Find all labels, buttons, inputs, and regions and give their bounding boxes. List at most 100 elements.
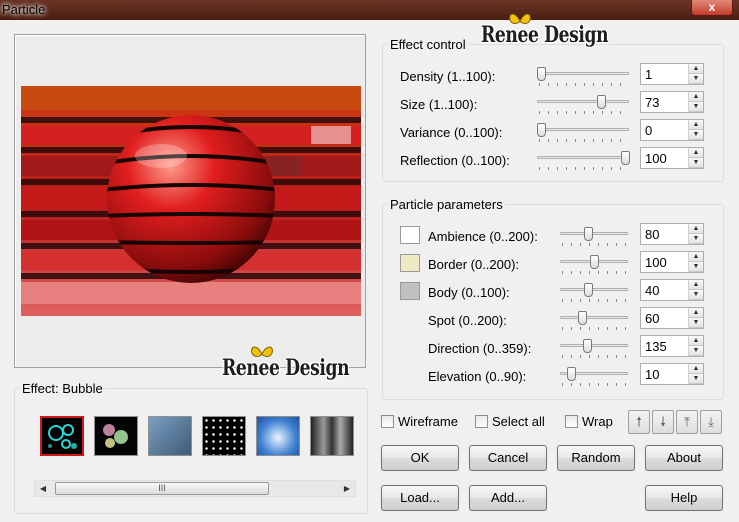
effect-thumb-glow[interactable] — [94, 416, 138, 456]
ok-button[interactable]: OK — [381, 445, 459, 471]
wireframe-checkbox[interactable] — [381, 415, 394, 428]
spin-down-icon[interactable]: ▼ — [689, 290, 703, 300]
preview-frame — [14, 34, 366, 368]
dialog-client: Effect control Density (1..100): 1 ▲ ▼ Siz… — [0, 20, 739, 522]
density-slider[interactable] — [537, 67, 629, 88]
effect-control-title: Effect control — [388, 37, 468, 52]
spin-down-icon[interactable]: ▼ — [689, 102, 703, 112]
random-button[interactable]: Random — [557, 445, 635, 471]
elevation-label: Elevation (0..90): — [428, 369, 527, 384]
move-bottom-icon[interactable]: ⤓ — [700, 410, 722, 434]
spin-up-icon[interactable]: ▲ — [689, 92, 703, 102]
spin-up-icon[interactable]: ▲ — [689, 336, 703, 346]
border-slider[interactable] — [560, 255, 628, 276]
size-spinner[interactable]: 73 ▲ ▼ — [640, 91, 704, 113]
select-all-checkbox[interactable] — [475, 415, 488, 428]
spot-value: 60 — [645, 311, 660, 326]
spin-up-icon[interactable]: ▲ — [689, 364, 703, 374]
effect-thumb-sky[interactable] — [256, 416, 300, 456]
wrap-checkbox[interactable] — [565, 415, 578, 428]
spin-down-icon[interactable]: ▼ — [689, 374, 703, 384]
ambience-spinner[interactable]: 80 ▲ ▼ — [640, 223, 704, 245]
effect-thumb-rain[interactable] — [148, 416, 192, 456]
spin-up-icon[interactable]: ▲ — [689, 280, 703, 290]
effect-group-title: Effect: Bubble — [20, 381, 105, 396]
spin-up-icon[interactable]: ▲ — [689, 308, 703, 318]
scroll-left-icon[interactable]: ◀ — [35, 481, 51, 496]
watermark-text: Renee Design — [481, 22, 609, 48]
spot-slider[interactable] — [560, 311, 628, 332]
spin-up-icon[interactable]: ▲ — [689, 64, 703, 74]
ambience-slider[interactable] — [560, 227, 628, 248]
spin-down-icon[interactable]: ▼ — [689, 262, 703, 272]
particle-parameters-title: Particle parameters — [388, 197, 505, 212]
spin-up-icon[interactable]: ▲ — [689, 252, 703, 262]
cancel-button[interactable]: Cancel — [469, 445, 547, 471]
wrap-label: Wrap — [582, 414, 613, 429]
spin-down-icon[interactable]: ▼ — [689, 158, 703, 168]
reflection-value: 100 — [645, 151, 667, 166]
window-title: Particle — [2, 2, 46, 17]
scroll-thumb[interactable]: III — [55, 482, 269, 495]
size-label: Size (1..100): — [400, 97, 478, 112]
elevation-value: 10 — [645, 367, 660, 382]
body-value: 40 — [645, 283, 660, 298]
border-spinner[interactable]: 100 ▲ ▼ — [640, 251, 704, 273]
select-all-label: Select all — [492, 414, 545, 429]
variance-label: Variance (0..100): — [400, 125, 503, 140]
help-button[interactable]: Help — [645, 485, 723, 511]
size-value: 73 — [645, 95, 660, 110]
reflection-spinner[interactable]: 100 ▲ ▼ — [640, 147, 704, 169]
spin-down-icon[interactable]: ▼ — [689, 346, 703, 356]
effect-scrollbar[interactable]: ◀ III ▶ — [34, 480, 356, 497]
border-color-swatch[interactable] — [400, 254, 420, 272]
border-value: 100 — [645, 255, 667, 270]
watermark-text: Renee Design — [222, 355, 350, 381]
border-label: Border (0..200): — [428, 257, 520, 272]
ambience-value: 80 — [645, 227, 660, 242]
spin-down-icon[interactable]: ▼ — [689, 318, 703, 328]
about-button[interactable]: About — [645, 445, 723, 471]
scroll-right-icon[interactable]: ▶ — [339, 481, 355, 496]
preview-image — [21, 86, 361, 316]
elevation-spinner[interactable]: 10 ▲ ▼ — [640, 363, 704, 385]
effect-thumb-bubble[interactable] — [40, 416, 84, 456]
direction-label: Direction (0..359): — [428, 341, 532, 356]
variance-spinner[interactable]: 0 ▲ ▼ — [640, 119, 704, 141]
direction-spinner[interactable]: 135 ▲ ▼ — [640, 335, 704, 357]
effect-thumb-stars[interactable] — [202, 416, 246, 456]
ambience-color-swatch[interactable] — [400, 226, 420, 244]
move-down-icon[interactable]: 🠗 — [652, 410, 674, 434]
size-slider[interactable] — [537, 95, 629, 116]
add-button[interactable]: Add... — [469, 485, 547, 511]
body-color-swatch[interactable] — [400, 282, 420, 300]
direction-slider[interactable] — [560, 339, 628, 360]
close-button[interactable]: x — [691, 0, 733, 16]
wireframe-label: Wireframe — [398, 414, 458, 429]
spin-up-icon[interactable]: ▲ — [689, 224, 703, 234]
reflection-label: Reflection (0..100): — [400, 153, 510, 168]
spin-down-icon[interactable]: ▼ — [689, 234, 703, 244]
variance-value: 0 — [645, 123, 653, 138]
body-slider[interactable] — [560, 283, 628, 304]
body-label: Body (0..100): — [428, 285, 510, 300]
spin-up-icon[interactable]: ▲ — [689, 120, 703, 130]
move-up-icon[interactable]: 🠕 — [628, 410, 650, 434]
ambience-label: Ambience (0..200): — [428, 229, 538, 244]
spin-up-icon[interactable]: ▲ — [689, 148, 703, 158]
move-top-icon[interactable]: ⤒ — [676, 410, 698, 434]
density-label: Density (1..100): — [400, 69, 496, 84]
title-bar[interactable]: Particle x — [0, 0, 739, 20]
variance-slider[interactable] — [537, 123, 629, 144]
spot-spinner[interactable]: 60 ▲ ▼ — [640, 307, 704, 329]
direction-value: 135 — [645, 339, 667, 354]
effect-thumb-smoke[interactable] — [310, 416, 354, 456]
body-spinner[interactable]: 40 ▲ ▼ — [640, 279, 704, 301]
density-spinner[interactable]: 1 ▲ ▼ — [640, 63, 704, 85]
density-value: 1 — [645, 67, 653, 82]
reflection-slider[interactable] — [537, 151, 630, 172]
elevation-slider[interactable] — [560, 367, 628, 388]
spin-down-icon[interactable]: ▼ — [689, 74, 703, 84]
spin-down-icon[interactable]: ▼ — [689, 130, 703, 140]
load-button[interactable]: Load... — [381, 485, 459, 511]
